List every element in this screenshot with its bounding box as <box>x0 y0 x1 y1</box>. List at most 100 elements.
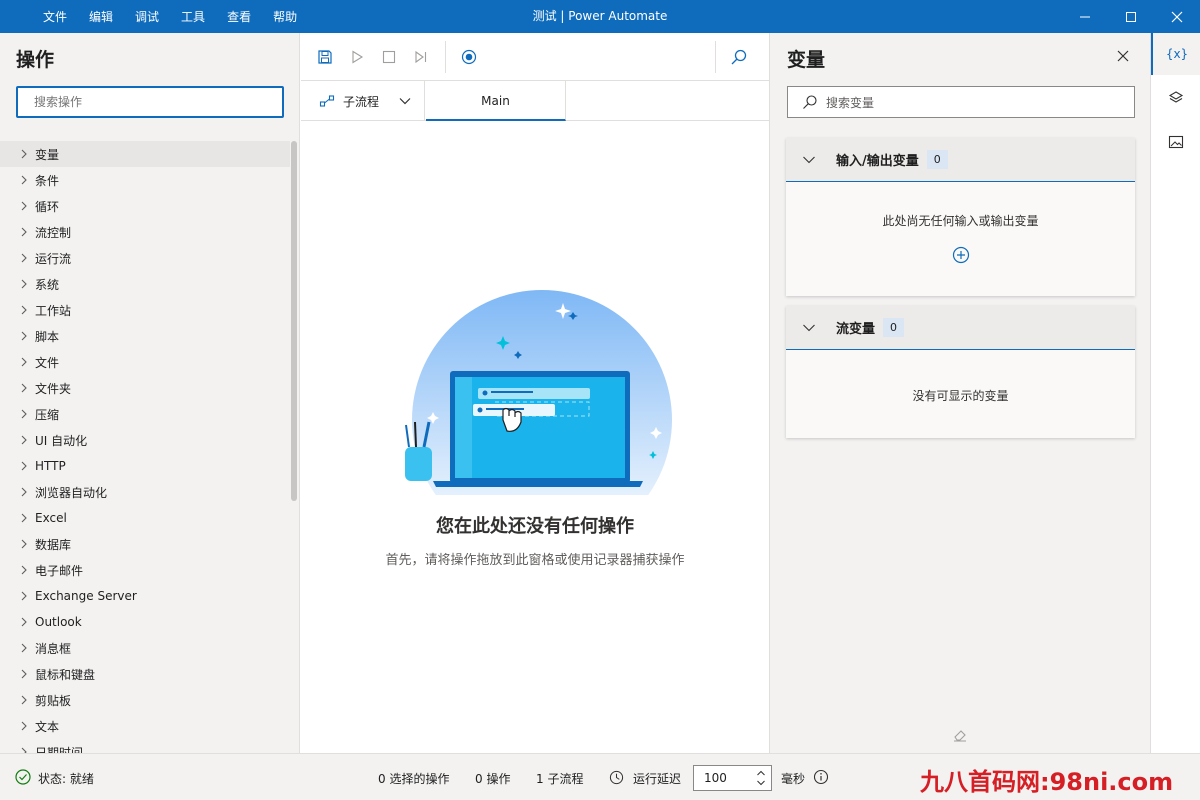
chevron-right-icon <box>20 487 34 497</box>
search-actions-input[interactable] <box>16 86 284 118</box>
chevron-right-icon <box>20 383 34 393</box>
action-category-item[interactable]: 消息框 <box>0 635 290 661</box>
search-variables-input[interactable]: 搜索变量 <box>787 86 1135 118</box>
chevron-right-icon <box>20 591 34 601</box>
menu-edit[interactable]: 编辑 <box>89 8 113 25</box>
io-variables-header[interactable]: 输入/输出变量 0 <box>786 138 1135 182</box>
chevron-right-icon <box>20 669 34 679</box>
play-icon <box>352 50 364 64</box>
recorder-button[interactable] <box>459 47 479 67</box>
action-category-item[interactable]: 压缩 <box>0 401 290 427</box>
action-category-item[interactable]: 日期时间 <box>0 739 290 753</box>
search-icon <box>731 49 747 65</box>
action-category-item[interactable]: Outlook <box>0 609 290 635</box>
tab-main[interactable]: Main <box>426 81 566 121</box>
search-variables-placeholder: 搜索变量 <box>826 95 875 110</box>
stop-icon <box>382 50 396 64</box>
chevron-right-icon <box>20 721 34 731</box>
action-category-item[interactable]: 数据库 <box>0 531 290 557</box>
io-variables-count: 0 <box>926 150 948 169</box>
action-category-item[interactable]: 循环 <box>0 193 290 219</box>
stop-button[interactable] <box>379 47 399 67</box>
action-category-label: UI 自动化 <box>35 433 88 448</box>
menu-tools[interactable]: 工具 <box>181 8 205 25</box>
images-tab-button[interactable] <box>1151 121 1200 163</box>
io-variables-empty-text: 此处尚无任何输入或输出变量 <box>882 214 1039 228</box>
save-button[interactable] <box>315 47 335 67</box>
title-bar: 文件 编辑 调试 工具 查看 帮助 测试 | Power Automate <box>0 0 1200 33</box>
search-flow-button[interactable] <box>729 47 749 67</box>
ui-elements-tab-button[interactable] <box>1151 77 1200 119</box>
action-category-item[interactable]: 文本 <box>0 713 290 739</box>
chevron-right-icon <box>20 617 34 627</box>
action-category-item[interactable]: 鼠标和键盘 <box>0 661 290 687</box>
minimize-icon <box>1080 16 1090 17</box>
io-variables-section: 输入/输出变量 0 此处尚无任何输入或输出变量 <box>786 138 1135 296</box>
chevron-right-icon <box>20 201 34 211</box>
menu-file[interactable]: 文件 <box>43 8 67 25</box>
eraser-icon[interactable] <box>952 727 968 743</box>
action-category-item[interactable]: Excel <box>0 505 290 531</box>
run-button[interactable] <box>347 47 367 67</box>
action-category-item[interactable]: 系统 <box>0 271 290 297</box>
action-category-item[interactable]: Exchange Server <box>0 583 290 609</box>
action-category-label: 流控制 <box>35 225 72 240</box>
run-delay-input[interactable]: 100 <box>693 765 772 791</box>
spinner-arrows-icon[interactable] <box>756 769 766 787</box>
flow-designer: 子流程 Main 您在此处还没有任何操作 首先，请将操作拖放到此窗格或使用记录器… <box>301 33 769 753</box>
action-category-label: 文件夹 <box>35 381 72 396</box>
action-category-label: 循环 <box>35 199 60 214</box>
chevron-right-icon <box>20 461 34 471</box>
action-category-item[interactable]: 脚本 <box>0 323 290 349</box>
action-category-label: 文本 <box>35 719 60 734</box>
chevron-right-icon <box>20 357 34 367</box>
chevron-right-icon <box>20 539 34 549</box>
step-button[interactable] <box>411 47 431 67</box>
chevron-right-icon <box>20 565 34 575</box>
action-category-label: 运行流 <box>35 251 72 266</box>
action-category-label: Outlook <box>35 615 82 629</box>
toolbar-separator <box>715 41 716 73</box>
action-category-label: Excel <box>35 511 67 525</box>
action-category-item[interactable]: 变量 <box>0 141 290 167</box>
actions-scrollbar[interactable] <box>291 141 297 501</box>
actions-pane: 操作 变量条件循环流控制运行流系统工作站脚本文件文件夹压缩 UI 自动化 HTTP 浏… <box>0 33 300 753</box>
run-delay-value: 100 <box>704 771 727 785</box>
io-variables-title: 输入/输出变量 <box>836 154 919 169</box>
action-category-item[interactable]: 文件 <box>0 349 290 375</box>
menu-debug[interactable]: 调试 <box>135 8 159 25</box>
action-category-item[interactable]: 电子邮件 <box>0 557 290 583</box>
action-category-item[interactable]: 浏览器自动化 <box>0 479 290 505</box>
close-icon <box>1171 11 1183 22</box>
save-icon <box>318 50 332 64</box>
search-icon <box>803 95 817 109</box>
action-category-label: 脚本 <box>35 329 60 344</box>
add-io-variable-button[interactable] <box>786 246 1135 264</box>
status-text: 状态: 就绪 <box>38 772 94 786</box>
action-category-item[interactable]: 运行流 <box>0 245 290 271</box>
delay-unit: 毫秒 <box>781 772 806 786</box>
action-category-item[interactable]: HTTP <box>0 453 290 479</box>
menu-help[interactable]: 帮助 <box>273 8 297 25</box>
action-category-item[interactable]: 条件 <box>0 167 290 193</box>
action-category-item[interactable]: 剪贴板 <box>0 687 290 713</box>
check-circle-icon <box>15 769 31 785</box>
variables-tab-button[interactable]: {x} <box>1151 33 1200 75</box>
subflow-dropdown[interactable]: 子流程 <box>301 81 425 121</box>
chevron-down-icon <box>399 98 411 105</box>
action-category-item[interactable]: UI 自动化 <box>0 427 290 453</box>
menu-view[interactable]: 查看 <box>227 8 251 25</box>
action-category-label: 文件 <box>35 355 60 370</box>
minimize-button[interactable] <box>1062 0 1108 33</box>
info-icon[interactable] <box>813 769 829 785</box>
chevron-right-icon <box>20 227 34 237</box>
watermark: 九八首码网:98ni.com <box>920 768 1174 796</box>
action-category-item[interactable]: 工作站 <box>0 297 290 323</box>
close-icon[interactable] <box>1116 49 1130 63</box>
close-window-button[interactable] <box>1154 0 1200 33</box>
chevron-right-icon <box>20 253 34 263</box>
action-category-item[interactable]: 文件夹 <box>0 375 290 401</box>
action-category-item[interactable]: 流控制 <box>0 219 290 245</box>
maximize-button[interactable] <box>1108 0 1154 33</box>
flow-variables-header[interactable]: 流变量 0 <box>786 306 1135 350</box>
